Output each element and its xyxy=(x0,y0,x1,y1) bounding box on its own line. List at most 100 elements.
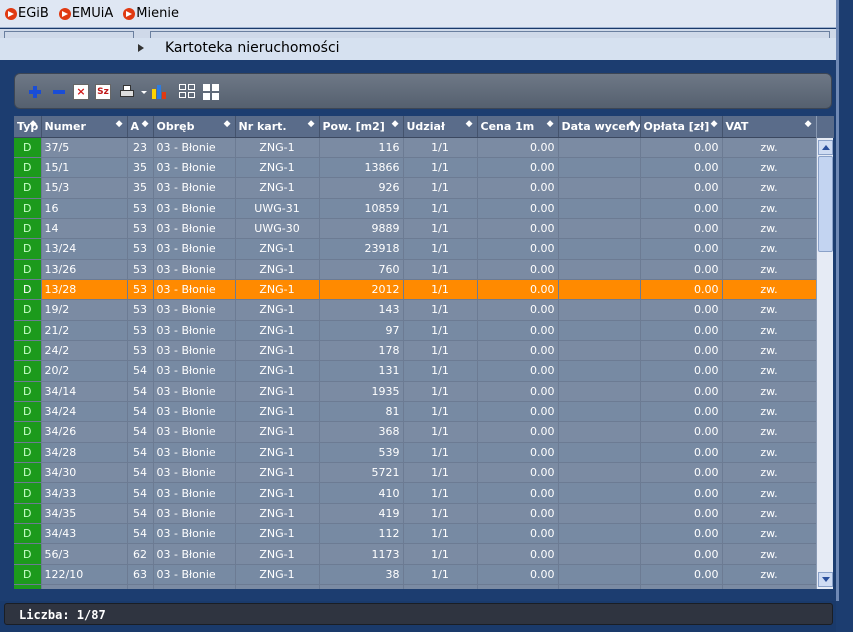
print-dropdown-icon[interactable] xyxy=(141,91,147,94)
scroll-up-icon[interactable] xyxy=(818,140,833,155)
column-header-vat[interactable]: VAT ◆ xyxy=(722,116,816,138)
column-header-obreb[interactable]: Obręb ◆ xyxy=(153,116,236,138)
menu-egib[interactable]: EGiB xyxy=(5,6,49,21)
arrow-circle-icon xyxy=(5,7,17,20)
table-cell: 54 xyxy=(127,482,154,504)
table-cell xyxy=(558,198,641,219)
table-cell xyxy=(558,503,641,525)
table-row[interactable]: D 13/28 53 03 - Błonie ZNG-1 2012 1/1 0.00 0.00 z… xyxy=(14,279,816,301)
parcel-table: Typ ◆ Numer ◆ A ◆ Obręb ◆ Nr kart. ◆ Pow. [m2… xyxy=(14,116,816,589)
print-icon[interactable] xyxy=(119,84,139,100)
table-cell: ZNG-1 xyxy=(235,157,320,179)
table-row[interactable]: D 21/2 53 03 - Błonie ZNG-1 97 1/1 0.00 0.00 zw. xyxy=(14,320,816,341)
vertical-scrollbar[interactable] xyxy=(816,116,834,589)
table-cell: D xyxy=(14,137,42,158)
table-row[interactable]: D 37/5 23 03 - Błonie ZNG-1 116 1/1 0.00 0.00 zw. xyxy=(14,137,816,158)
table-cell: 97 xyxy=(319,320,404,341)
table-row[interactable]: D 14 53 03 - Błonie UWG-30 9889 1/1 0.00 0.00 zw. xyxy=(14,218,816,240)
table-cell: ZNG-1 xyxy=(235,381,320,402)
menu-mienie[interactable]: Mienie xyxy=(123,6,179,21)
table-cell: 0.00 xyxy=(640,462,723,484)
column-header-nr-kart[interactable]: Nr kart. ◆ xyxy=(235,116,320,138)
table-cell xyxy=(558,401,641,423)
table-cell: 03 - Błonie xyxy=(153,584,236,589)
table-cell: 0.00 xyxy=(477,299,559,321)
table-row[interactable]: D 24/2 53 03 - Błonie ZNG-1 178 1/1 0.00 0.00 zw. xyxy=(14,340,816,362)
table-cell: 54 xyxy=(127,421,154,443)
table-row[interactable]: D122/236303 - BłonieZNG-15271/10.000.00z… xyxy=(14,584,816,589)
column-header-numer[interactable]: Numer ◆ xyxy=(41,116,128,138)
table-cell: 19/2 xyxy=(41,299,128,321)
table-cell: 0.00 xyxy=(640,279,723,301)
table-row[interactable]: D 34/26 54 03 - Błonie ZNG-1 368 1/1 0.00 0.00 zw… xyxy=(14,421,816,443)
table-cell: 13/28 xyxy=(41,279,128,301)
table-row[interactable]: D 34/28 54 03 - Błonie ZNG-1 539 1/1 0.00 0.00 zw… xyxy=(14,442,816,464)
chart-icon[interactable] xyxy=(151,84,167,100)
table-cell: zw. xyxy=(722,157,816,179)
table-row[interactable]: D 34/24 54 03 - Błonie ZNG-1 81 1/1 0.00 0.00 zw. xyxy=(14,401,816,423)
table-cell: 1935 xyxy=(319,381,404,402)
table-row[interactable]: D 16 53 03 - Błonie UWG-31 10859 1/1 0.00 0.00 zw… xyxy=(14,198,816,219)
table-row[interactable]: D 122/10 63 03 - Błonie ZNG-1 38 1/1 0.00 0.00 zw… xyxy=(14,564,816,586)
table-row[interactable]: D 13/24 53 03 - Błonie ZNG-1 23918 1/1 0.00 0.00… xyxy=(14,238,816,260)
table-cell: 0.00 xyxy=(640,157,723,179)
table-row[interactable]: D 19/2 53 03 - Błonie ZNG-1 143 1/1 0.00 0.00 zw. xyxy=(14,299,816,321)
table-row[interactable]: D 34/43 54 03 - Błonie ZNG-1 112 1/1 0.00 0.00 zw… xyxy=(14,523,816,545)
column-header-cena[interactable]: Cena 1m ◆ xyxy=(477,116,559,138)
table-row[interactable]: D 56/3 62 03 - Błonie ZNG-1 1173 1/1 0.00 0.00 zw… xyxy=(14,543,816,565)
table-cell: 760 xyxy=(319,259,404,280)
table-cell: 2012 xyxy=(319,279,404,301)
table-row[interactable]: D 15/3 35 03 - Błonie ZNG-1 926 1/1 0.00 0.00 zw. xyxy=(14,177,816,199)
table-cell: 1/1 xyxy=(403,381,478,402)
table-cell: 03 - Błonie xyxy=(153,299,236,321)
table-cell: D xyxy=(14,340,42,362)
table-cell: 54 xyxy=(127,401,154,423)
table-cell: 0.00 xyxy=(640,584,723,589)
column-header-data-wyceny[interactable]: Data wyceny ◆ xyxy=(558,116,641,138)
table-row[interactable]: D 34/14 54 03 - Błonie ZNG-1 1935 1/1 0.00 0.00 z… xyxy=(14,381,816,402)
table-cell: zw. xyxy=(722,238,816,260)
table-cell: D xyxy=(14,157,42,179)
table-cell: zw. xyxy=(722,198,816,219)
table-row[interactable]: D 34/35 54 03 - Błonie ZNG-1 419 1/1 0.00 0.00 zw… xyxy=(14,503,816,525)
table-cell: 0.00 xyxy=(477,259,559,280)
column-header-pow[interactable]: Pow. [m2] ◆ xyxy=(319,116,404,138)
delete-icon[interactable]: × xyxy=(73,84,89,100)
table-cell: zw. xyxy=(722,421,816,443)
remove-icon[interactable] xyxy=(51,84,67,100)
grid-view-icon[interactable] xyxy=(203,84,219,100)
table-cell xyxy=(558,564,641,586)
menu-emuia-label: EMUiA xyxy=(71,6,114,21)
table-cell: zw. xyxy=(722,259,816,280)
table-cell: 5721 xyxy=(319,462,404,484)
column-header-udzial[interactable]: Udział ◆ xyxy=(403,116,478,138)
table-cell: zw. xyxy=(722,360,816,382)
table-cell: 03 - Błonie xyxy=(153,381,236,402)
table-cell: 0.00 xyxy=(477,421,559,443)
select-all-icon[interactable] xyxy=(179,84,195,100)
column-header-oplata[interactable]: Opłata [zł] ◆ xyxy=(640,116,723,138)
table-cell: D xyxy=(14,523,42,545)
table-row[interactable]: D 13/26 53 03 - Błonie ZNG-1 760 1/1 0.00 0.00 zw… xyxy=(14,259,816,280)
scroll-down-icon[interactable] xyxy=(818,572,833,587)
menu-emuia[interactable]: EMUiA xyxy=(58,6,114,21)
table-row[interactable]: D 34/33 54 03 - Błonie ZNG-1 410 1/1 0.00 0.00 zw… xyxy=(14,482,816,504)
column-header-typ[interactable]: Typ ◆ xyxy=(14,116,42,138)
table-cell: ZNG-1 xyxy=(235,421,320,443)
table-cell: 1/1 xyxy=(403,421,478,443)
add-icon[interactable] xyxy=(27,84,43,100)
table-cell: 15/1 xyxy=(41,157,128,179)
scroll-thumb[interactable] xyxy=(818,156,833,252)
table-cell: zw. xyxy=(722,340,816,362)
sz-icon[interactable]: Sz xyxy=(95,84,111,100)
table-row[interactable]: D 34/30 54 03 - Błonie ZNG-1 5721 1/1 0.00 0.00 z… xyxy=(14,462,816,484)
table-row[interactable]: D 20/2 54 03 - Błonie ZNG-1 131 1/1 0.00 0.00 zw. xyxy=(14,360,816,382)
table-cell: 1/1 xyxy=(403,279,478,301)
column-header-a[interactable]: A ◆ xyxy=(127,116,154,138)
table-cell: 03 - Błonie xyxy=(153,320,236,341)
table-cell: 53 xyxy=(127,340,154,362)
toolbar: × Sz xyxy=(14,73,832,109)
table-cell: 1/1 xyxy=(403,238,478,260)
table-cell: 0.00 xyxy=(640,523,723,545)
table-row[interactable]: D 15/1 35 03 - Błonie ZNG-1 13866 1/1 0.00 0.00 z… xyxy=(14,157,816,179)
